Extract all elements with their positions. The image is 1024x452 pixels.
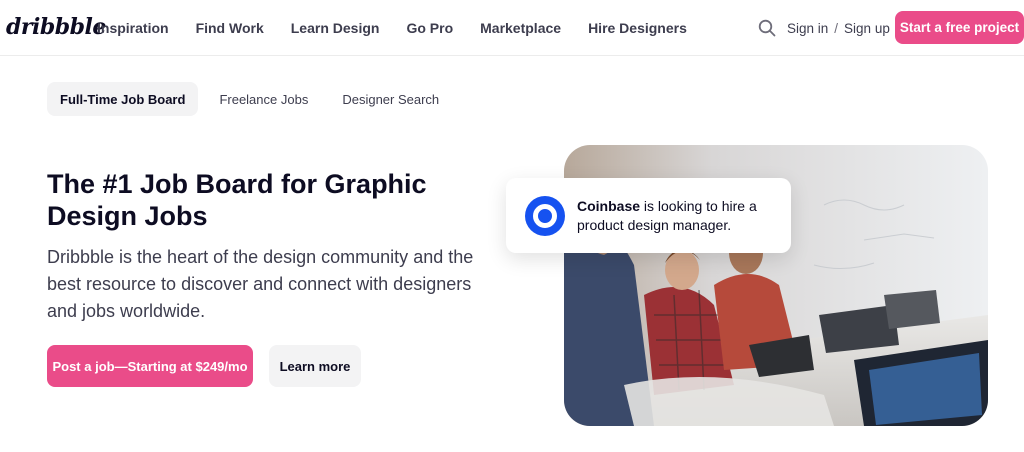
- coinbase-logo: [525, 195, 565, 236]
- hiring-notification-card[interactable]: Coinbase is looking to hire a product de…: [506, 178, 791, 253]
- learn-more-button[interactable]: Learn more: [269, 345, 361, 387]
- tab-freelance-jobs[interactable]: Freelance Jobs: [206, 82, 321, 116]
- hiring-message: Coinbase is looking to hire a product de…: [577, 197, 777, 235]
- auth-links: Sign in / Sign up: [787, 0, 890, 56]
- auth-separator: /: [834, 20, 839, 36]
- search-icon[interactable]: [758, 19, 776, 37]
- top-navigation: dribbble Inspiration Find Work Learn Des…: [0, 0, 1024, 56]
- nav-marketplace[interactable]: Marketplace: [480, 20, 561, 36]
- sign-up-link[interactable]: Sign up: [844, 21, 890, 36]
- page-title: The #1 Job Board for Graphic Design Jobs: [47, 169, 427, 231]
- nav-learn-design[interactable]: Learn Design: [291, 20, 380, 36]
- main-nav: Inspiration Find Work Learn Design Go Pr…: [97, 0, 687, 56]
- job-tabs: Full-Time Job Board Freelance Jobs Desig…: [47, 82, 460, 116]
- start-free-project-button[interactable]: Start a free project: [895, 11, 1024, 44]
- dribbble-logo[interactable]: dribbble: [6, 14, 106, 40]
- hero-description: Dribbble is the heart of the design comm…: [47, 247, 474, 321]
- company-name: Coinbase: [577, 197, 641, 214]
- tab-full-time-job-board[interactable]: Full-Time Job Board: [47, 82, 199, 116]
- sign-in-link[interactable]: Sign in: [787, 21, 828, 36]
- nav-go-pro[interactable]: Go Pro: [406, 20, 453, 36]
- nav-inspiration[interactable]: Inspiration: [97, 20, 169, 36]
- nav-hire-designers[interactable]: Hire Designers: [588, 20, 687, 36]
- nav-find-work[interactable]: Find Work: [196, 20, 264, 36]
- post-job-button[interactable]: Post a job—Starting at $249/mo: [47, 345, 253, 387]
- tab-designer-search[interactable]: Designer Search: [329, 82, 452, 116]
